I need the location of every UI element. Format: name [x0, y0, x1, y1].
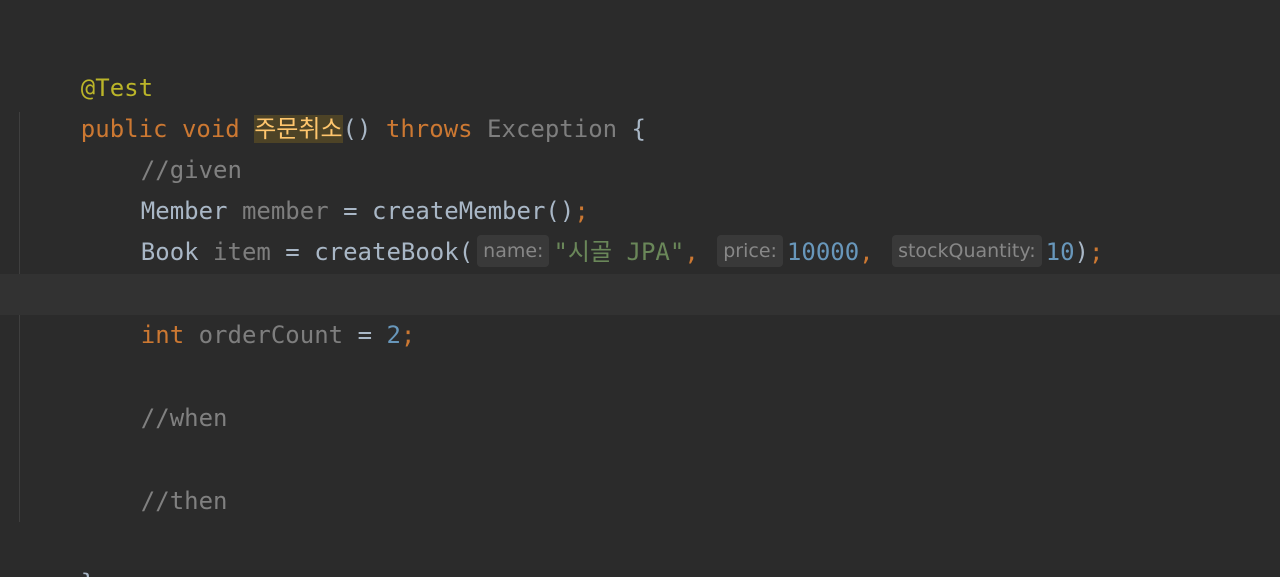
- code-line-comment-given[interactable]: //given: [0, 109, 1280, 184]
- code-line-annotation[interactable]: @Test: [0, 27, 1280, 102]
- code-line-empty[interactable]: [0, 481, 1280, 522]
- close-brace: }: [81, 569, 95, 577]
- code-line-book[interactable]: Book item = createBook(name: "시골 JPA", pr…: [0, 191, 1280, 267]
- code-line-empty[interactable]: [0, 315, 1280, 356]
- code-line-order-count[interactable]: int orderCount = 2;: [0, 274, 1280, 349]
- code-line-member[interactable]: Member member = createMember();: [0, 150, 1280, 225]
- code-line-comment-when[interactable]: //when: [0, 357, 1280, 432]
- code-line-empty[interactable]: [0, 232, 1280, 273]
- code-line-empty[interactable]: [0, 398, 1280, 439]
- code-line-signature[interactable]: public void 주문취소() throws Exception {: [0, 68, 1280, 143]
- code-editor[interactable]: @Test public void 주문취소() throws Exceptio…: [0, 0, 1280, 577]
- code-line-close-brace[interactable]: }: [0, 522, 1280, 577]
- code-line-comment-then[interactable]: //then: [0, 440, 1280, 515]
